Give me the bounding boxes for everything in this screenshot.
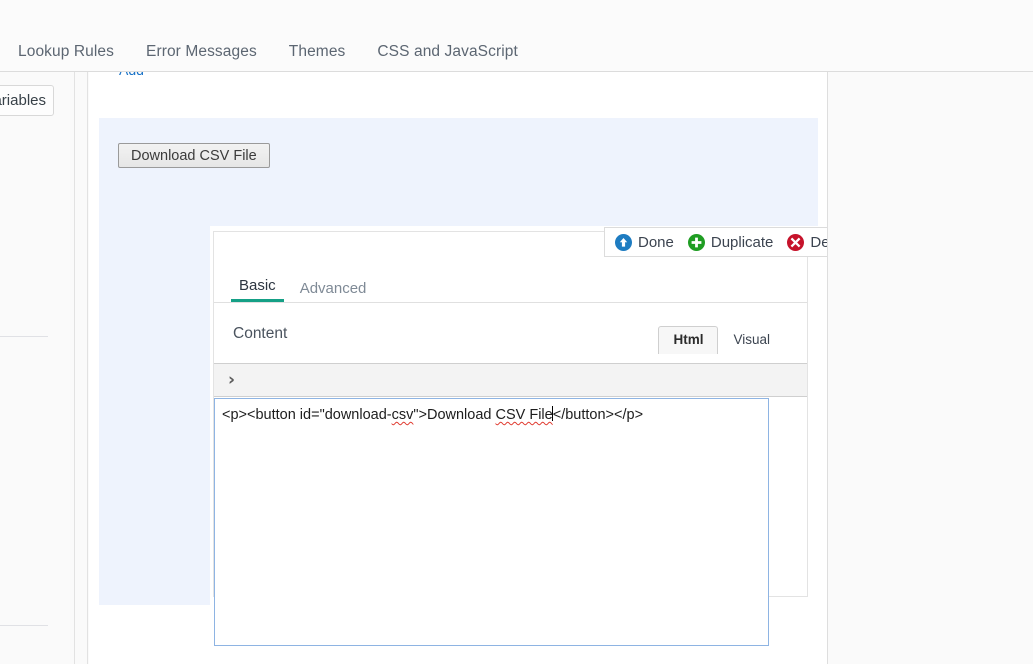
code-editor-toolbar: › <box>214 363 807 397</box>
element-action-toolbar: Done Duplicate Delete <box>604 227 828 257</box>
top-navigation-items: Rules Lookup Rules Error Messages Themes… <box>0 43 534 61</box>
code-prefix: <p><button id="download- <box>222 407 392 423</box>
secondary-rail-column <box>76 72 88 664</box>
tab-html[interactable]: Html <box>658 326 718 354</box>
plus-circle-icon <box>688 234 705 251</box>
nav-tab-themes[interactable]: Themes <box>273 43 362 61</box>
duplicate-label: Duplicate <box>711 234 774 251</box>
nav-tab-css-and-javascript[interactable]: CSS and JavaScript <box>361 43 534 61</box>
nav-tab-lookup-rules[interactable]: Lookup Rules <box>2 43 130 61</box>
content-field-label: Content <box>233 325 287 343</box>
delete-label: Delete <box>810 234 828 251</box>
editor-mode-tabs: Html Visual <box>658 326 785 354</box>
code-suffix: </button></p> <box>553 407 643 423</box>
top-navigation-bar: Rules Lookup Rules Error Messages Themes… <box>0 0 1033 72</box>
code-line: <p><button id="download-csv">Download CS… <box>222 406 643 424</box>
nav-tab-error-messages[interactable]: Error Messages <box>130 43 273 61</box>
editor-tabstrip: Basic Advanced <box>214 277 807 303</box>
sidebar-divider-1 <box>0 336 48 337</box>
done-button[interactable]: Done <box>615 234 674 251</box>
page-right-background <box>829 72 1033 664</box>
arrow-up-circle-icon <box>615 234 632 251</box>
html-code-input[interactable]: <p><button id="download-csv">Download CS… <box>214 398 769 646</box>
duplicate-button[interactable]: Duplicate <box>688 234 774 251</box>
x-circle-icon <box>787 234 804 251</box>
element-editor-card: Basic Advanced Content Html Visual › <p>… <box>213 231 808 597</box>
delete-button[interactable]: Delete <box>787 234 828 251</box>
done-label: Done <box>638 234 674 251</box>
tab-advanced[interactable]: Advanced <box>292 281 375 302</box>
left-sidebar-rail: Variables <box>0 72 75 664</box>
variables-button[interactable]: Variables <box>0 85 54 116</box>
chevron-right-icon[interactable]: › <box>228 372 235 389</box>
code-misspelling-csv: csv <box>392 407 414 423</box>
main-content-column: Add Download CSV File Done <box>89 72 828 664</box>
sidebar-divider-2 <box>0 625 48 626</box>
code-misspelling-csv-file: CSV File <box>496 407 553 423</box>
tab-basic[interactable]: Basic <box>231 278 284 302</box>
add-link[interactable]: Add <box>119 72 144 78</box>
download-csv-file-button[interactable]: Download CSV File <box>118 143 270 168</box>
code-middle: ">Download <box>413 407 495 423</box>
tab-visual[interactable]: Visual <box>718 326 785 354</box>
app-root: Rules Lookup Rules Error Messages Themes… <box>0 0 1033 664</box>
